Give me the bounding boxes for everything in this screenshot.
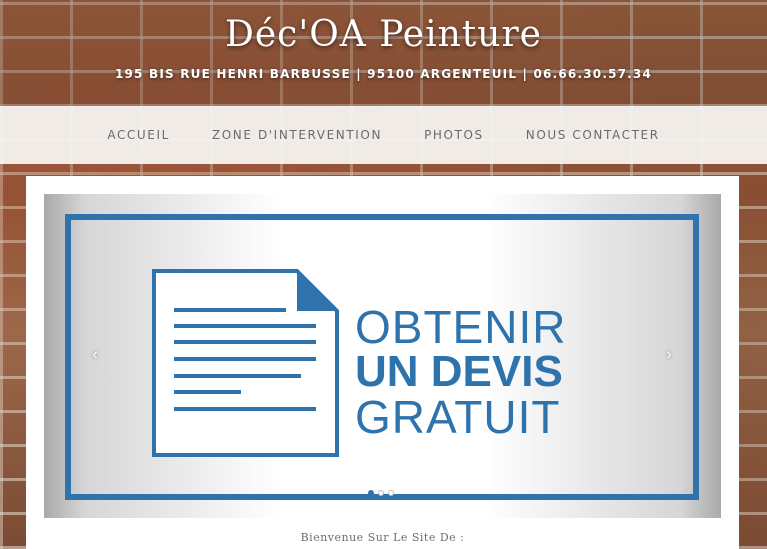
welcome-text: Bienvenue Sur Le Site De : — [300, 531, 465, 544]
devis-text: OBTENIR UN DEVIS GRATUIT — [355, 304, 566, 440]
slider-dot-2[interactable] — [378, 490, 384, 496]
nav-item-photos[interactable]: PHOTOS — [403, 128, 505, 142]
devis-banner[interactable]: OBTENIR UN DEVIS GRATUIT — [65, 214, 699, 500]
devis-line-obtenir: OBTENIR — [355, 301, 567, 353]
nav-item-accueil[interactable]: ACCUEIL — [86, 128, 191, 142]
site-subtitle: 195 BIS RUE HENRI BARBUSSE | 95100 ARGEN… — [114, 67, 653, 81]
slider-prev-arrow-icon[interactable]: ‹ — [84, 344, 106, 366]
site-header: Déc'OA Peinture 195 BIS RUE HENRI BARBUS… — [0, 0, 767, 106]
image-slider[interactable]: OBTENIR UN DEVIS GRATUIT ‹ › — [44, 194, 721, 518]
slider-next-arrow-icon[interactable]: › — [658, 344, 680, 366]
site-title[interactable]: Déc'OA Peinture — [0, 14, 767, 55]
devis-line-un-devis: UN DEVIS — [355, 347, 563, 396]
content-panel: OBTENIR UN DEVIS GRATUIT ‹ › Bienvenue S… — [26, 176, 739, 549]
devis-line-gratuit: GRATUIT — [355, 391, 561, 443]
slider-dot-1[interactable] — [368, 490, 374, 496]
main-navigation: ACCUEIL ZONE D'INTERVENTION PHOTOS NOUS … — [0, 106, 767, 164]
nav-item-zone-intervention[interactable]: ZONE D'INTERVENTION — [191, 128, 403, 142]
nav-item-contact[interactable]: NOUS CONTACTER — [505, 128, 681, 142]
slider-pagination — [368, 490, 394, 496]
slider-dot-3[interactable] — [388, 490, 394, 496]
document-icon — [152, 269, 339, 457]
